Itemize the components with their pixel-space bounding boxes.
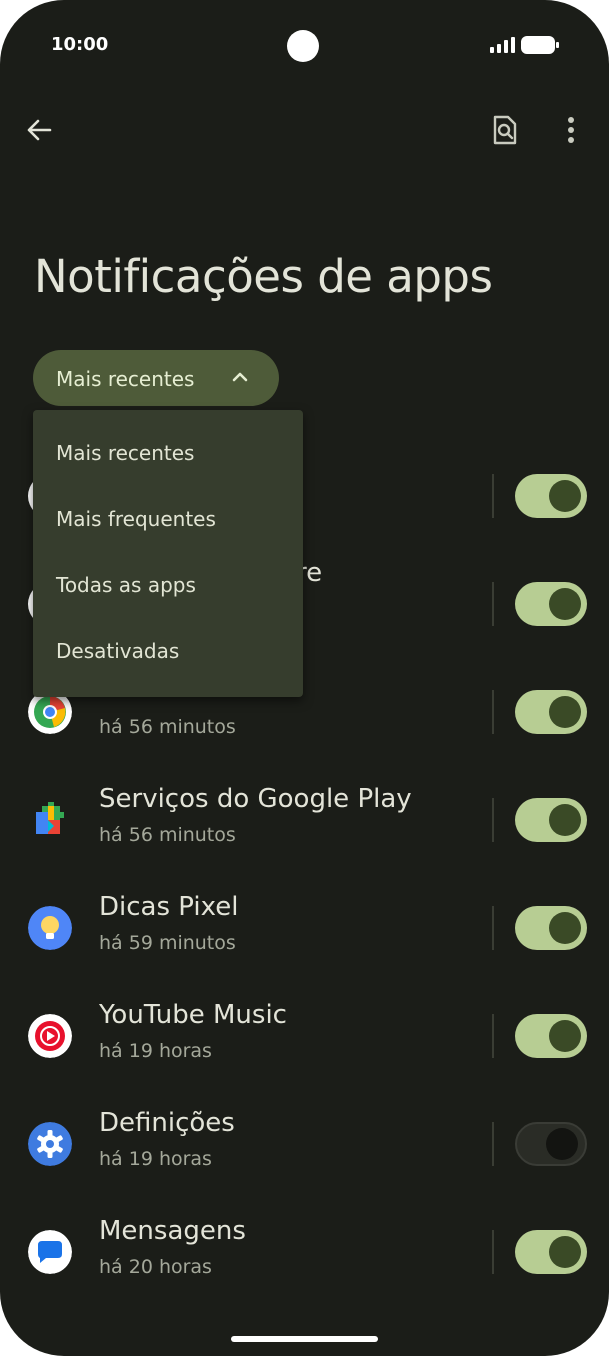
row-divider (492, 1230, 494, 1274)
row-divider (492, 690, 494, 734)
menu-item-label: Mais recentes (56, 441, 195, 465)
phone-screen: 10:00 Notificações de apps Mais recentes (0, 0, 609, 1356)
row-divider (492, 906, 494, 950)
menu-item-label: Desativadas (56, 639, 180, 663)
row-divider (492, 582, 494, 626)
app-name: YouTube Music (99, 1000, 287, 1030)
app-last-notification-time: há 56 minutos (99, 824, 236, 846)
messages-icon (28, 1230, 72, 1274)
row-divider (492, 474, 494, 518)
app-row[interactable]: YouTube Music há 19 horas (0, 996, 609, 1104)
app-last-notification-time: há 19 horas (99, 1148, 212, 1170)
menu-item-most-recent[interactable]: Mais recentes (33, 410, 303, 476)
search-document-icon[interactable] (492, 115, 518, 145)
app-row[interactable]: Definições há 19 horas (0, 1104, 609, 1212)
menu-item-disabled[interactable]: Desativadas (33, 608, 303, 674)
notification-toggle[interactable] (515, 474, 587, 518)
app-last-notification-time: há 56 minutos (99, 716, 236, 738)
app-name: Dicas Pixel (99, 892, 239, 922)
menu-item-most-frequent[interactable]: Mais frequentes (33, 476, 303, 542)
notification-toggle[interactable] (515, 690, 587, 734)
app-name: Mensagens (99, 1216, 246, 1246)
row-divider (492, 1014, 494, 1058)
camera-cutout (287, 30, 319, 62)
home-gesture-bar[interactable] (231, 1336, 378, 1342)
menu-item-label: Mais frequentes (56, 507, 216, 531)
sort-dropdown-chip[interactable]: Mais recentes (33, 350, 279, 406)
app-row[interactable]: Dicas Pixel há 59 minutos (0, 888, 609, 996)
youtube-music-icon (28, 1014, 72, 1058)
settings-gear-icon (28, 1122, 72, 1166)
app-last-notification-time: há 59 minutos (99, 932, 236, 954)
notification-toggle[interactable] (515, 798, 587, 842)
app-row[interactable]: Serviços do Google Play há 56 minutos (0, 780, 609, 888)
notification-toggle[interactable] (515, 1230, 587, 1274)
app-last-notification-time: há 19 horas (99, 1040, 212, 1062)
notification-toggle[interactable] (515, 1122, 587, 1166)
sort-dropdown-menu: Mais recentes Mais frequentes Todas as a… (33, 410, 303, 697)
page-title: Notificações de apps (34, 250, 493, 303)
app-name: Definições (99, 1108, 235, 1138)
notification-toggle[interactable] (515, 1014, 587, 1058)
row-divider (492, 1122, 494, 1166)
app-last-notification-time: há 20 horas (99, 1256, 212, 1278)
app-name: Serviços do Google Play (99, 784, 412, 814)
notification-toggle[interactable] (515, 906, 587, 950)
menu-item-label: Todas as apps (56, 573, 196, 597)
more-options-icon[interactable] (558, 116, 584, 144)
status-time: 10:00 (51, 34, 109, 55)
back-arrow-icon[interactable] (26, 117, 52, 143)
battery-icon (521, 36, 559, 54)
row-divider (492, 798, 494, 842)
pixel-tips-lightbulb-icon (28, 906, 72, 950)
notification-toggle[interactable] (515, 582, 587, 626)
signal-icon (490, 37, 515, 53)
sort-chip-label: Mais recentes (56, 367, 195, 391)
app-row[interactable]: Mensagens há 20 horas (0, 1212, 609, 1320)
google-play-services-icon (36, 802, 64, 834)
menu-item-all-apps[interactable]: Todas as apps (33, 542, 303, 608)
chevron-up-icon (232, 372, 248, 382)
